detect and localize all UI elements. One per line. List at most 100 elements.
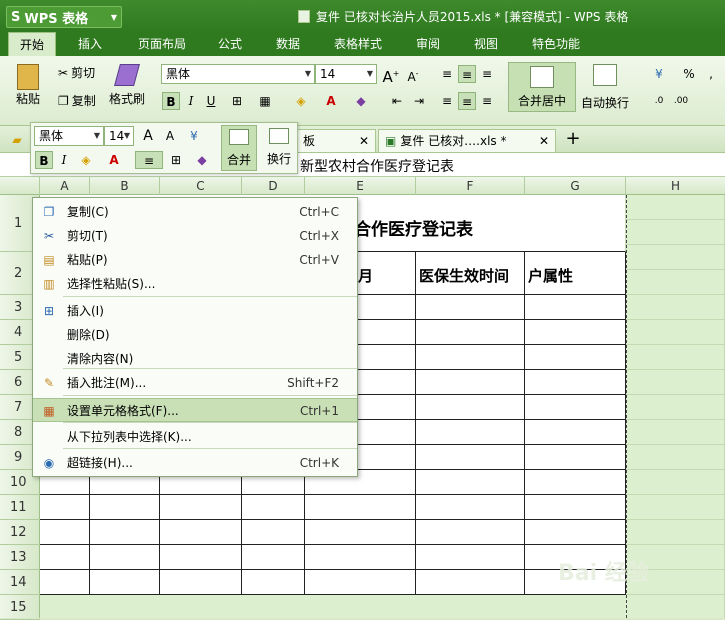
table-cell[interactable]: [242, 545, 305, 570]
tab-view[interactable]: 视图: [466, 32, 506, 56]
column-header[interactable]: F: [416, 177, 525, 195]
table-cell[interactable]: [525, 295, 626, 320]
table-cell[interactable]: [416, 495, 525, 520]
empty-cell[interactable]: [626, 420, 725, 445]
mini-wrap-button[interactable]: 换行: [263, 125, 295, 167]
document-tab[interactable]: 板 ✕: [296, 129, 376, 152]
underline-button[interactable]: U: [202, 92, 220, 110]
empty-cell[interactable]: [626, 395, 725, 420]
table-cell[interactable]: [525, 495, 626, 520]
paste-button[interactable]: 粘贴: [10, 64, 46, 107]
row-header[interactable]: 13: [0, 545, 40, 570]
table-cell[interactable]: [525, 395, 626, 420]
mini-font-name-select[interactable]: 黑体 ▼: [34, 126, 104, 146]
select-all-corner[interactable]: [0, 177, 40, 195]
empty-cell[interactable]: [626, 270, 725, 295]
row-header[interactable]: 14: [0, 570, 40, 595]
empty-cell[interactable]: [626, 495, 725, 520]
font-color-icon[interactable]: A: [322, 92, 340, 110]
table-cell[interactable]: [242, 570, 305, 595]
empty-cell[interactable]: [626, 470, 725, 495]
table-cell[interactable]: [40, 545, 90, 570]
table-cell[interactable]: [90, 545, 160, 570]
clear-format-icon[interactable]: ◆: [193, 151, 211, 169]
column-header[interactable]: B: [90, 177, 160, 195]
column-header[interactable]: H: [626, 177, 725, 195]
empty-cell[interactable]: [626, 220, 725, 245]
decrease-decimal-icon[interactable]: .00: [672, 92, 690, 110]
column-header[interactable]: A: [40, 177, 90, 195]
table-cell[interactable]: [242, 520, 305, 545]
table-cell[interactable]: [160, 520, 242, 545]
context-menu-item[interactable]: ◉ 超链接(H)... Ctrl+K: [33, 451, 357, 475]
tab-home[interactable]: 开始: [8, 32, 56, 56]
table-cell[interactable]: [525, 420, 626, 445]
table-cell[interactable]: [416, 295, 525, 320]
increase-font-icon[interactable]: A: [139, 127, 157, 145]
table-cell[interactable]: [40, 570, 90, 595]
align-right-icon[interactable]: ≡: [478, 92, 496, 110]
copy-button[interactable]: ❐ 复制: [58, 92, 96, 109]
tab-review[interactable]: 审阅: [408, 32, 448, 56]
context-menu-item[interactable]: ❐ 复制(C) Ctrl+C: [33, 200, 357, 224]
align-bottom-icon[interactable]: ≡: [478, 65, 496, 83]
italic-button[interactable]: I: [182, 92, 200, 110]
indent-increase-icon[interactable]: ⇥: [410, 92, 428, 110]
comma-button[interactable]: ,: [702, 65, 720, 83]
increase-decimal-icon[interactable]: .0: [650, 92, 668, 110]
context-menu-item[interactable]: ▥ 选择性粘贴(S)...: [33, 272, 357, 296]
align-top-icon[interactable]: ≡: [438, 65, 456, 83]
table-cell[interactable]: [416, 445, 525, 470]
empty-cell[interactable]: [626, 370, 725, 395]
fill-color-icon[interactable]: ◈: [77, 151, 95, 169]
font-size-select[interactable]: 14 ▼: [315, 64, 377, 84]
context-menu-item[interactable]: ▦ 设置单元格格式(F)... Ctrl+1: [33, 398, 357, 422]
mini-font-size-select[interactable]: 14 ▼: [104, 126, 134, 146]
clear-format-icon[interactable]: ◆: [352, 92, 370, 110]
close-icon[interactable]: ✕: [359, 130, 369, 152]
table-cell[interactable]: [40, 520, 90, 545]
table-cell[interactable]: [416, 370, 525, 395]
table-cell[interactable]: [416, 520, 525, 545]
document-tab-active[interactable]: ▣ 复件 已核对….xls * ✕: [378, 129, 556, 152]
empty-cell[interactable]: [626, 445, 725, 470]
mini-italic-button[interactable]: I: [55, 151, 73, 169]
borders-icon[interactable]: ⊞: [167, 151, 185, 169]
tab-special-features[interactable]: 特色功能: [524, 32, 588, 56]
empty-cell[interactable]: [626, 520, 725, 545]
column-header[interactable]: G: [525, 177, 626, 195]
tab-formulas[interactable]: 公式: [210, 32, 250, 56]
row-header[interactable]: 12: [0, 520, 40, 545]
empty-cell[interactable]: [626, 195, 725, 220]
column-header[interactable]: C: [160, 177, 242, 195]
decrease-font-icon[interactable]: A-: [404, 65, 422, 84]
table-cell[interactable]: [416, 545, 525, 570]
wps-app-menu-button[interactable]: S WPS 表格 ▼: [6, 6, 122, 28]
row-header[interactable]: 15: [0, 595, 40, 620]
table-cell[interactable]: [90, 570, 160, 595]
cut-button[interactable]: ✂ 剪切: [58, 64, 95, 81]
context-menu-item[interactable]: ✂ 剪切(T) Ctrl+X: [33, 224, 357, 248]
table-cell[interactable]: [416, 345, 525, 370]
table-cell[interactable]: [160, 570, 242, 595]
wrap-text-button[interactable]: 自动换行: [580, 64, 630, 111]
column-header[interactable]: E: [305, 177, 416, 195]
table-cell[interactable]: [160, 545, 242, 570]
column-header[interactable]: D: [242, 177, 305, 195]
table-cell[interactable]: [525, 345, 626, 370]
table-cell[interactable]: [525, 445, 626, 470]
table-cell[interactable]: [90, 520, 160, 545]
empty-cell[interactable]: [626, 245, 725, 270]
increase-font-icon[interactable]: A+: [382, 65, 400, 86]
table-cell[interactable]: [40, 495, 90, 520]
table-cell[interactable]: [416, 570, 525, 595]
new-tab-icon[interactable]: +: [564, 130, 582, 148]
empty-cell[interactable]: [626, 595, 725, 618]
borders-icon[interactable]: ⊞: [228, 92, 246, 110]
bold-button[interactable]: B: [162, 92, 180, 110]
format-painter-button[interactable]: 格式刷: [104, 64, 150, 107]
context-menu-item[interactable]: ⊞ 插入(I): [33, 299, 357, 323]
folder-icon[interactable]: ▰: [8, 131, 26, 149]
currency-icon[interactable]: ¥: [185, 127, 203, 145]
table-cell[interactable]: [525, 370, 626, 395]
